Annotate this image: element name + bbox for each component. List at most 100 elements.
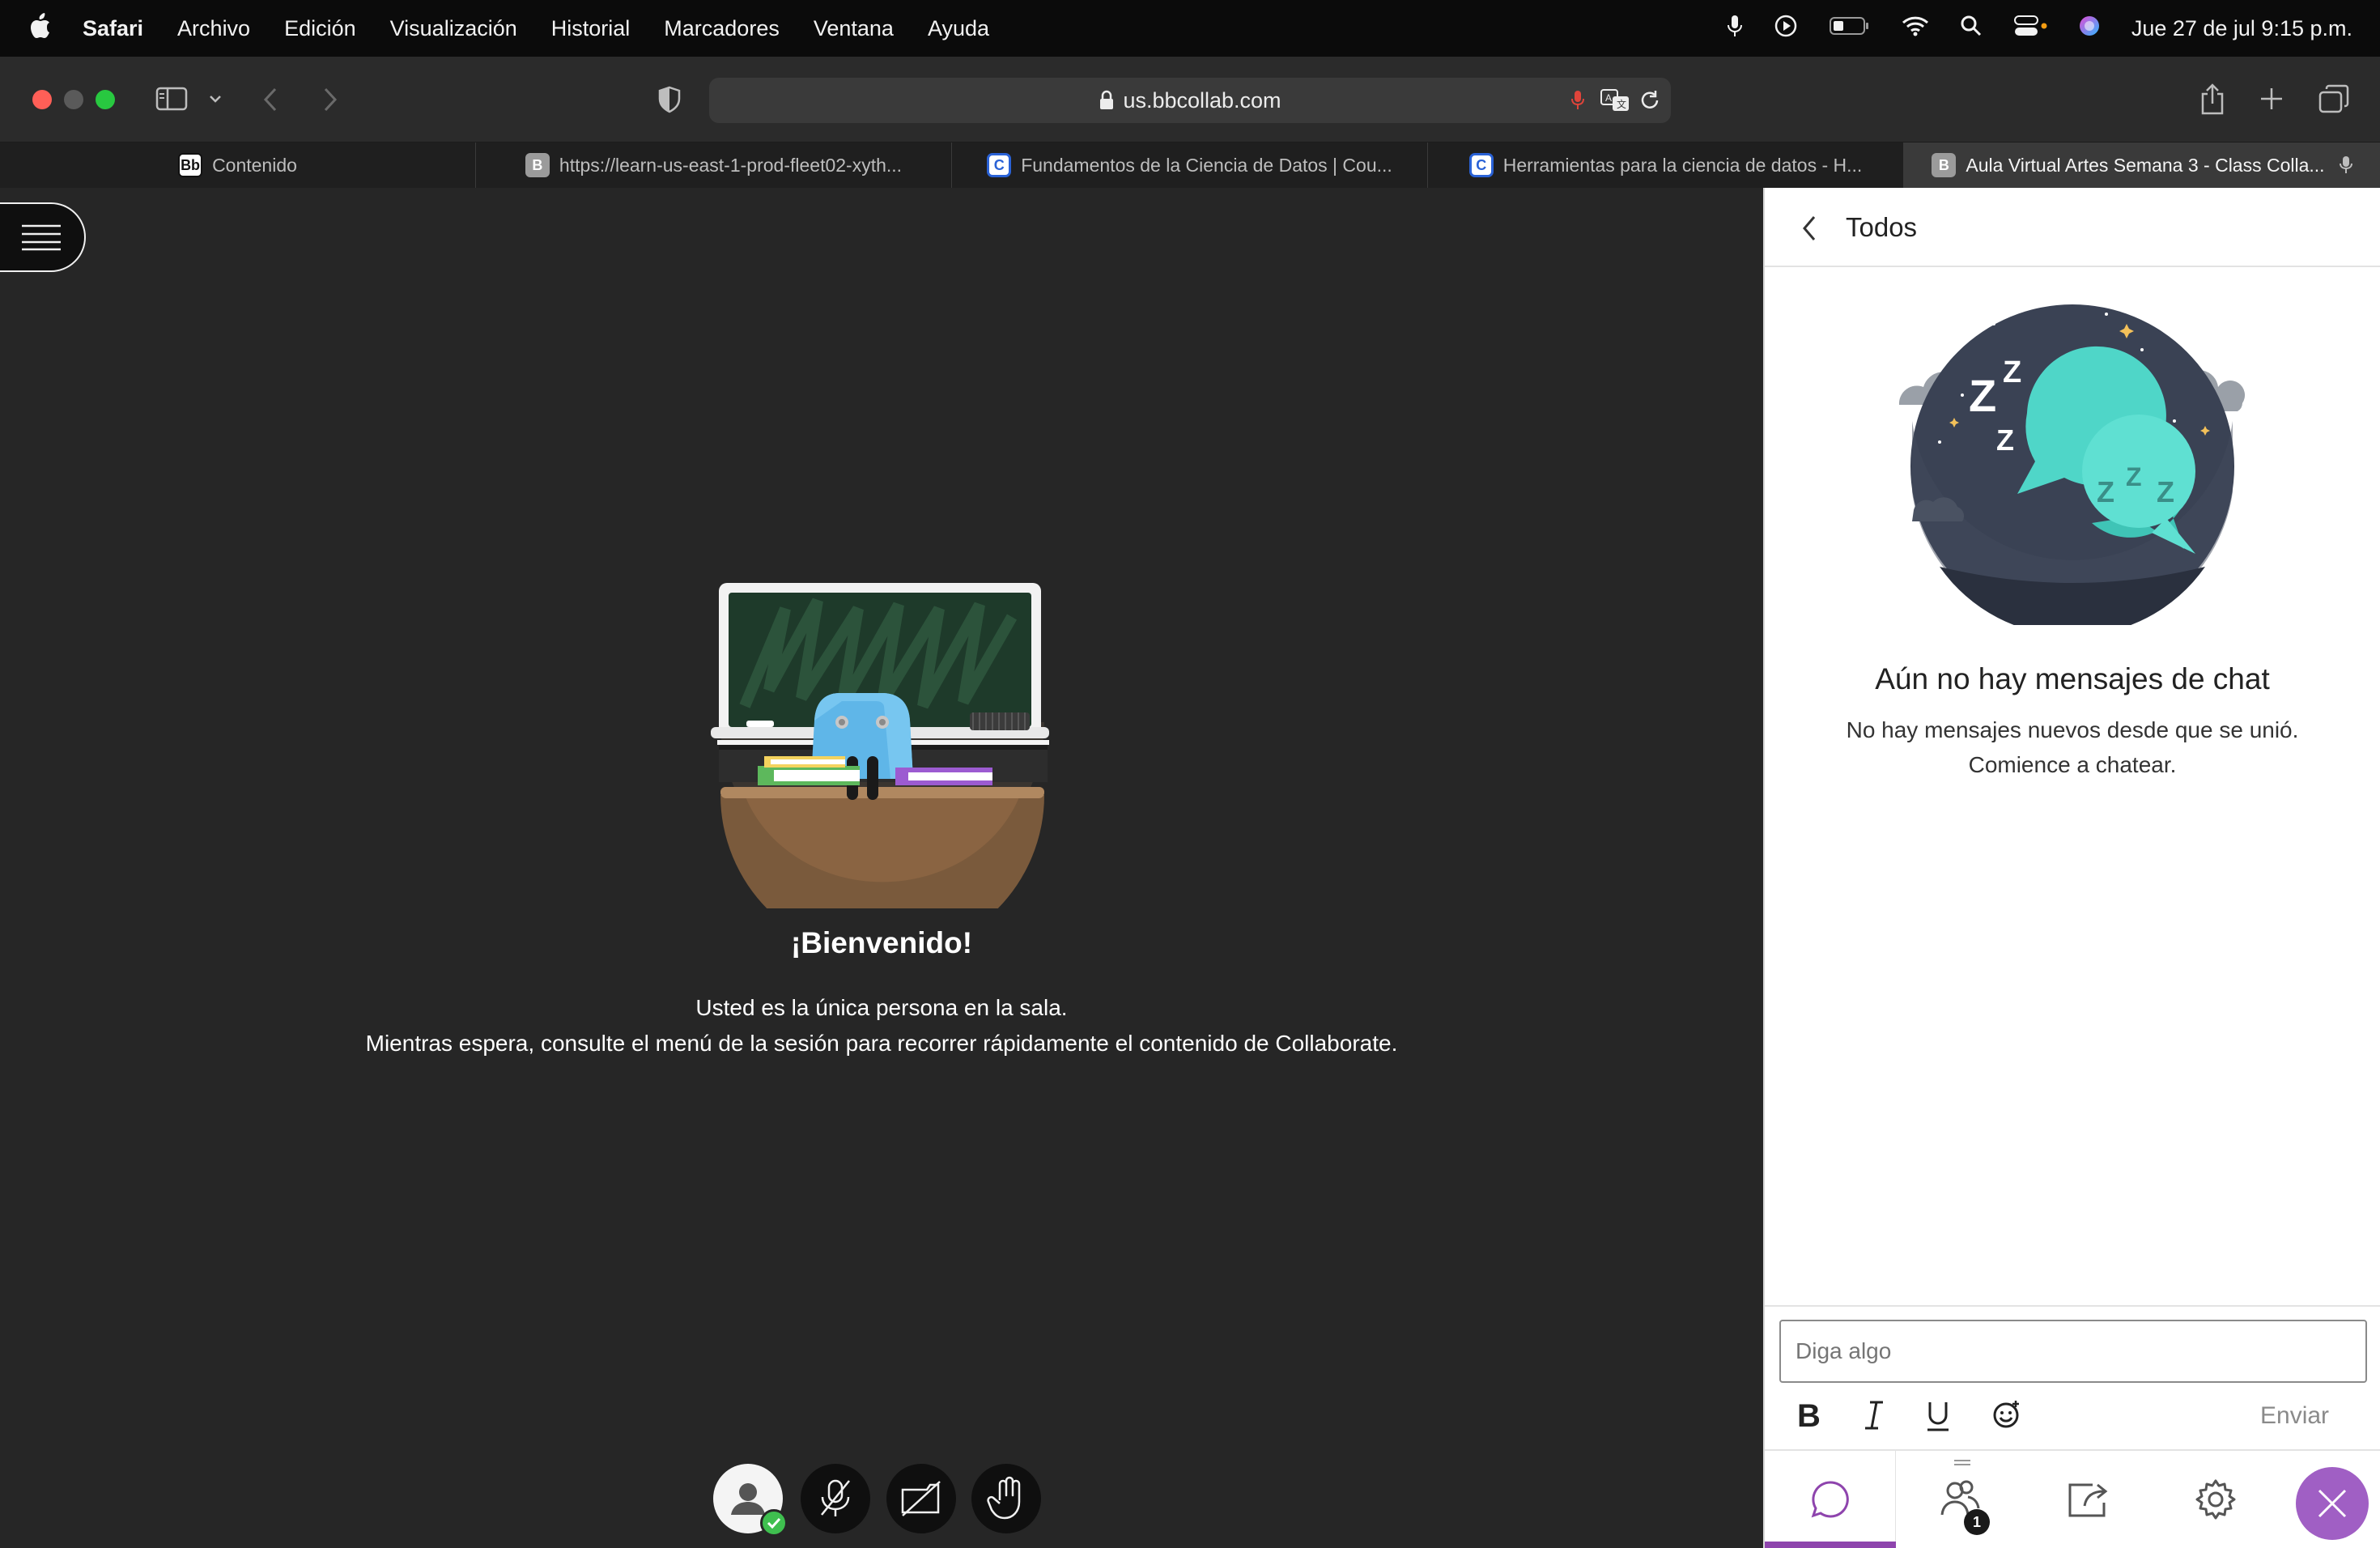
participants-tab-button[interactable]: 1 — [1896, 1451, 2024, 1548]
siri-icon[interactable] — [2078, 15, 2101, 43]
chat-message-input[interactable] — [1779, 1320, 2367, 1383]
spotlight-search-icon[interactable] — [1960, 15, 1983, 43]
svg-text:文: 文 — [1617, 98, 1626, 110]
welcome-line-2: Mientras espera, consulte el menú de la … — [365, 1031, 1398, 1056]
microphone-icon[interactable] — [1727, 14, 1743, 44]
close-panel-button[interactable] — [2296, 1467, 2369, 1540]
battery-icon[interactable] — [1829, 15, 1871, 42]
blackboard-b-icon: B — [1932, 153, 1957, 177]
svg-text:Z: Z — [2003, 355, 2021, 389]
menu-marcadores[interactable]: Marcadores — [664, 16, 780, 41]
underline-format-icon[interactable] — [1925, 1399, 1951, 1437]
empty-chat-line-2: Comience a chatear. — [1968, 752, 2177, 777]
coursera-icon: C — [987, 153, 1012, 177]
menu-ayuda[interactable]: Ayuda — [928, 16, 989, 41]
participants-count-badge: 1 — [1964, 1509, 1990, 1535]
tab-microphone-icon — [2339, 155, 2352, 176]
menu-visualizacion[interactable]: Visualización — [390, 16, 517, 41]
sidebar-toggle-icon[interactable] — [155, 86, 188, 116]
menu-safari[interactable]: Safari — [83, 16, 143, 41]
control-center-icon[interactable] — [2013, 15, 2047, 43]
empty-chat-line-1: No hay mensajes nuevos desde que se unió… — [1846, 717, 2299, 742]
svg-text:Z: Z — [1996, 423, 2014, 457]
tab-herramientas-coursera[interactable]: C Herramientas para la ciencia de datos … — [1428, 142, 1904, 188]
settings-tab-button[interactable] — [2152, 1451, 2280, 1548]
tab-label: Fundamentos de la Ciencia de Datos | Cou… — [1021, 154, 1392, 176]
tab-aula-virtual[interactable]: B Aula Virtual Artes Semana 3 - Class Co… — [1904, 142, 2380, 188]
hamburger-icon — [22, 224, 61, 251]
menu-edicion[interactable]: Edición — [284, 16, 356, 41]
new-tab-icon[interactable] — [2259, 86, 2284, 116]
menu-archivo[interactable]: Archivo — [177, 16, 250, 41]
menu-ventana[interactable]: Ventana — [814, 16, 894, 41]
camera-toggle-button[interactable] — [886, 1464, 956, 1533]
welcome-line-1: Usted es la única persona en la sala. — [695, 995, 1068, 1020]
blackboard-bb-icon: Bb — [178, 153, 203, 177]
tab-fundamentos-coursera[interactable]: C Fundamentos de la Ciencia de Datos | C… — [952, 142, 1428, 188]
svg-text:A: A — [1605, 92, 1612, 104]
bold-format-icon[interactable]: B — [1796, 1398, 1823, 1435]
tab-label: Contenido — [212, 154, 297, 176]
tab-label: Aula Virtual Artes Semana 3 - Class Coll… — [1966, 154, 2325, 176]
composer-divider — [1765, 1305, 2380, 1307]
share-icon[interactable] — [2199, 83, 2226, 119]
svg-text:Z: Z — [2157, 475, 2174, 508]
reload-icon[interactable] — [1638, 89, 1661, 117]
macos-menubar: Safari Archivo Edición Visualización His… — [0, 0, 2380, 57]
empty-chat-title: Aún no hay mensajes de chat — [1875, 662, 2270, 695]
camera-off-icon — [901, 1481, 941, 1516]
my-status-button[interactable] — [713, 1464, 788, 1537]
tab-label: https://learn-us-east-1-prod-fleet02-xyt… — [559, 154, 903, 176]
coursera-icon: C — [1468, 153, 1494, 177]
microphone-toggle-button[interactable] — [801, 1464, 870, 1533]
privacy-shield-icon[interactable] — [657, 86, 682, 117]
microphone-off-icon — [821, 1479, 850, 1516]
gear-icon — [2195, 1479, 2236, 1520]
session-stage: ¡Bienvenido! Usted es la única persona e… — [0, 188, 1763, 1548]
send-button[interactable]: Enviar — [2260, 1402, 2329, 1430]
close-window-button[interactable] — [32, 90, 52, 109]
tab-label: Herramientas para la ciencia de datos - … — [1502, 154, 1863, 176]
tab-contenido[interactable]: Bb Contenido — [0, 142, 476, 188]
svg-text:Z: Z — [1969, 370, 1996, 421]
apple-icon[interactable] — [29, 12, 52, 45]
wifi-icon[interactable] — [1902, 15, 1929, 42]
raise-hand-button[interactable] — [971, 1464, 1041, 1533]
welcome-title: ¡Bienvenido! — [790, 926, 973, 959]
forward-icon[interactable] — [319, 86, 340, 117]
address-bar[interactable]: us.bbcollab.com A文 — [709, 78, 1671, 123]
chevron-down-icon[interactable] — [207, 91, 223, 111]
translate-icon[interactable]: A文 — [1600, 87, 1630, 119]
svg-text:B: B — [1797, 1399, 1821, 1431]
raise-hand-icon — [987, 1476, 1021, 1520]
available-check-icon — [760, 1509, 788, 1537]
emoji-icon[interactable] — [1991, 1399, 2022, 1434]
url-text: us.bbcollab.com — [1123, 87, 1281, 113]
now-playing-icon[interactable] — [1774, 14, 1798, 44]
sleeping-chat-illustration: Z Z Z Z Z Z — [1898, 304, 2246, 625]
chat-header: Todos — [1765, 188, 2380, 267]
blackboard-b-icon: B — [525, 153, 550, 177]
session-menu-button[interactable] — [0, 202, 86, 272]
tab-learn-blackboard[interactable]: B https://learn-us-east-1-prod-fleet02-x… — [476, 142, 952, 188]
svg-text:Z: Z — [2097, 475, 2114, 508]
menu-historial[interactable]: Historial — [551, 16, 631, 41]
menubar-clock[interactable]: Jue 27 de jul 9:15 p.m. — [2131, 16, 2352, 41]
mic-recording-icon[interactable] — [1570, 89, 1585, 117]
italic-format-icon[interactable] — [1864, 1399, 1885, 1435]
zoom-window-button[interactable] — [96, 90, 115, 109]
back-icon[interactable] — [261, 86, 282, 117]
chat-panel: Todos Z Z Z Z Z Z Aún no hay mensajes de… — [1763, 188, 2380, 1548]
share-content-tab-button[interactable] — [2024, 1451, 2152, 1548]
active-tab-indicator — [1765, 1542, 1896, 1548]
classroom-illustration — [711, 583, 1049, 908]
share-content-icon — [2068, 1483, 2108, 1517]
chat-header-title: Todos — [1846, 212, 1918, 242]
lock-icon — [1099, 90, 1115, 111]
tab-overview-icon[interactable] — [2318, 84, 2349, 117]
chat-bubble-icon — [1811, 1481, 1849, 1518]
chat-tab-button[interactable] — [1765, 1451, 1896, 1548]
minimize-window-button[interactable] — [64, 90, 83, 109]
svg-text:Z: Z — [2126, 462, 2142, 491]
back-chevron-icon[interactable] — [1800, 214, 1818, 247]
